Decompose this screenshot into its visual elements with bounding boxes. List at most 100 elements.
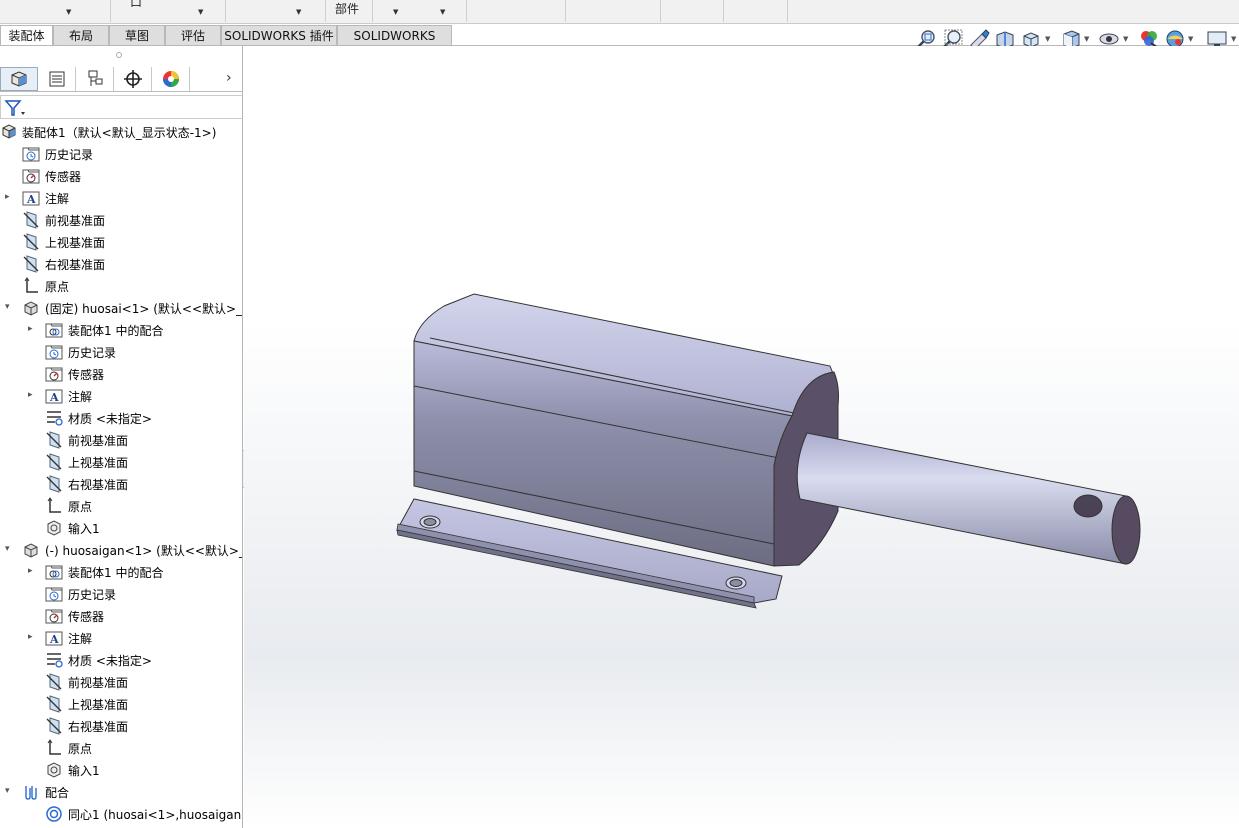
tab-evaluate[interactable]: 评估	[165, 25, 221, 46]
tree-item-label: (-) huosaigan<1> (默认<<默认>_显	[45, 544, 243, 558]
tree-item-label: 传感器	[45, 170, 82, 184]
imported-body-icon	[47, 520, 61, 536]
tree-item-mates-in-assembly[interactable]: ▸ 装配体1 中的配合	[0, 561, 242, 583]
dropdown-arrow-icon[interactable]: ▼	[1231, 35, 1236, 43]
collapse-arrow-icon[interactable]: ▾	[5, 786, 13, 796]
dropdown-arrow-icon[interactable]: ▼	[66, 8, 71, 16]
tree-item-label: 历史记录	[68, 588, 117, 602]
ribbon-label[interactable]: 部件	[335, 0, 359, 17]
screw-head[interactable]	[419, 515, 441, 529]
tree-item-right-plane[interactable]: 右视基准面	[0, 253, 242, 275]
tab-featuremanager[interactable]	[0, 67, 38, 91]
tab-dimxpertmanager[interactable]	[114, 67, 152, 91]
tab-solidworks-addins[interactable]: SOLIDWORKS 插件	[221, 25, 337, 46]
feature-manager-panel: › 装配体1（默认<默认_显示状态-1>) 历史记录 传感器 ▸ A 注解 前视…	[0, 46, 243, 828]
ribbon-label[interactable]: 口	[130, 0, 142, 10]
filter-icon[interactable]	[4, 99, 26, 117]
tree-item-front-plane[interactable]: 前视基准面	[0, 429, 242, 451]
mates-folder-icon	[45, 565, 63, 580]
tree-item-label: 注解	[68, 632, 93, 646]
tree-item-component-huosaigan[interactable]: ▾ (-) huosaigan<1> (默认<<默认>_显	[0, 539, 243, 561]
tab-layout[interactable]: 布局	[53, 25, 109, 46]
tree-item-label: 前视基准面	[68, 434, 129, 448]
collapse-arrow-icon[interactable]: ▾	[5, 544, 13, 554]
plane-icon	[46, 695, 62, 713]
dropdown-arrow-icon[interactable]: ▼	[1045, 35, 1050, 43]
tree-item-annotations[interactable]: ▸ A 注解	[0, 187, 242, 209]
displaymanager-icon	[162, 71, 179, 87]
dropdown-arrow-icon[interactable]: ▼	[440, 8, 445, 16]
tree-item-history[interactable]: 历史记录	[0, 143, 242, 165]
tree-item-origin[interactable]: 原点	[0, 275, 242, 297]
tree-item-top-plane[interactable]: 上视基准面	[0, 693, 242, 715]
dropdown-arrow-icon[interactable]: ▼	[198, 8, 203, 16]
dropdown-arrow-icon[interactable]: ▼	[296, 8, 301, 16]
annotations-icon: A	[45, 631, 63, 646]
screw-head[interactable]	[725, 576, 747, 590]
piston-rod[interactable]	[796, 432, 1141, 565]
tree-item-label: 原点	[68, 500, 93, 514]
collapse-arrow-icon[interactable]: ▾	[5, 302, 13, 312]
expand-arrow-icon[interactable]: ▸	[28, 566, 36, 576]
tree-item-root-assembly[interactable]: 装配体1（默认<默认_显示状态-1>)	[0, 121, 242, 143]
tree-item-mates[interactable]: ▾ 配合	[0, 781, 242, 803]
ribbon-separator	[565, 0, 566, 22]
tree-item-sensors[interactable]: 传感器	[0, 165, 242, 187]
tree-item-annotations[interactable]: ▸ A 注解	[0, 385, 242, 407]
tab-assembly[interactable]: 装配体	[0, 25, 53, 46]
tab-solidworks-mbd[interactable]: SOLIDWORKS MBD	[337, 25, 452, 63]
tree-item-material[interactable]: 材质 <未指定>	[0, 649, 242, 671]
tree-item-history[interactable]: 历史记录	[0, 341, 242, 363]
tab-propertymanager[interactable]	[38, 67, 76, 91]
tree-item-label: 上视基准面	[68, 456, 129, 470]
assembly-icon	[2, 124, 16, 139]
tree-item-front-plane[interactable]: 前视基准面	[0, 209, 242, 231]
dropdown-arrow-icon[interactable]: ▼	[1188, 35, 1193, 43]
expand-arrow-icon[interactable]: ▸	[28, 324, 36, 334]
expand-arrow-icon[interactable]: ▸	[28, 632, 36, 642]
tree-item-label: 注解	[45, 192, 70, 206]
chevron-right-icon[interactable]: ›	[226, 70, 232, 86]
tree-item-label: 装配体1（默认<默认_显示状态-1>)	[22, 126, 217, 140]
tree-item-import[interactable]: 输入1	[0, 759, 242, 781]
origin-icon	[24, 277, 38, 293]
tab-configurationmanager[interactable]	[76, 67, 114, 91]
tree-item-import[interactable]: 输入1	[0, 517, 242, 539]
tree-item-origin[interactable]: 原点	[0, 495, 242, 517]
svg-text:A: A	[26, 193, 36, 206]
model-viewport[interactable]	[244, 46, 1239, 828]
panel-grip-handle[interactable]	[116, 52, 122, 58]
tree-item-label: 原点	[45, 280, 70, 294]
dropdown-arrow-icon[interactable]: ▼	[393, 8, 398, 16]
tree-item-label: 材质 <未指定>	[68, 654, 152, 668]
ribbon-separator	[372, 0, 373, 22]
tree-item-front-plane[interactable]: 前视基准面	[0, 671, 242, 693]
propertymanager-icon	[49, 71, 64, 87]
tab-displaymanager[interactable]	[152, 67, 190, 91]
tab-sketch[interactable]: 草图	[109, 25, 165, 46]
expand-arrow-icon[interactable]: ▸	[5, 192, 13, 202]
tree-item-sensors[interactable]: 传感器	[0, 605, 242, 627]
tree-item-history[interactable]: 历史记录	[0, 583, 242, 605]
tree-item-component-huosai[interactable]: ▾ (固定) huosai<1> (默认<<默认>_显	[0, 297, 242, 319]
pin-hole[interactable]	[1073, 494, 1103, 518]
graphics-area[interactable]	[244, 46, 1239, 828]
tree-item-label: 配合	[45, 786, 70, 800]
tree-item-concentric-mate[interactable]: 同心1 (huosai<1>,huosaigan<	[0, 803, 242, 825]
tree-item-top-plane[interactable]: 上视基准面	[0, 231, 242, 253]
tree-item-top-plane[interactable]: 上视基准面	[0, 451, 242, 473]
tree-item-material[interactable]: 材质 <未指定>	[0, 407, 242, 429]
tree-item-right-plane[interactable]: 右视基准面	[0, 715, 242, 737]
tree-item-origin[interactable]: 原点	[0, 737, 242, 759]
imported-body-icon	[47, 762, 61, 778]
dropdown-arrow-icon[interactable]: ▼	[1084, 35, 1089, 43]
tree-item-right-plane[interactable]: 右视基准面	[0, 473, 242, 495]
expand-arrow-icon[interactable]: ▸	[28, 390, 36, 400]
tree-item-mates-in-assembly[interactable]: ▸ 装配体1 中的配合	[0, 319, 242, 341]
tree-filter-bar[interactable]	[0, 95, 242, 119]
tree-item-sensors[interactable]: 传感器	[0, 363, 242, 385]
dropdown-arrow-icon[interactable]: ▼	[1123, 35, 1128, 43]
tree-item-label: 传感器	[68, 368, 105, 382]
tree-item-label: 输入1	[68, 764, 100, 778]
tree-item-annotations[interactable]: ▸ A 注解	[0, 627, 242, 649]
